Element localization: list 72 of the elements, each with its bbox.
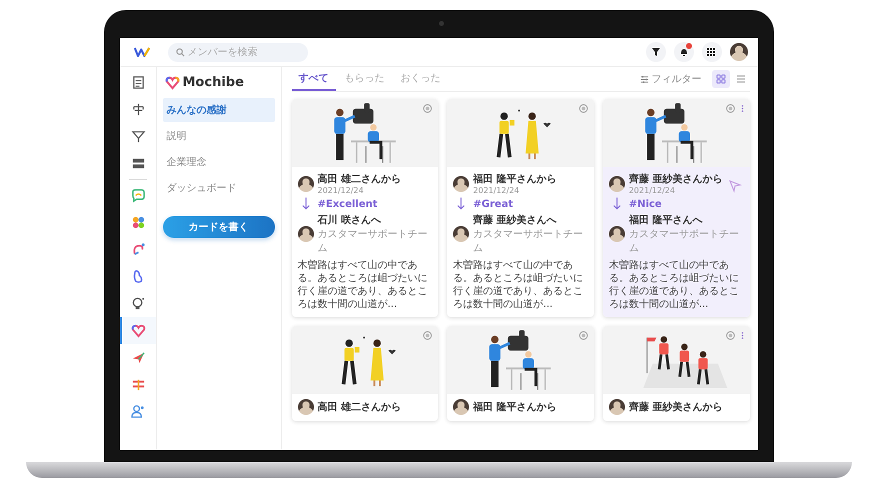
search-icon xyxy=(176,48,184,56)
recipient-name: 石川 咲さんへ xyxy=(318,214,382,227)
menu-item[interactable]: 説明 xyxy=(162,124,274,148)
avatar xyxy=(298,399,314,415)
filter-button[interactable] xyxy=(646,42,666,62)
card-date: 2021/12/24 xyxy=(318,186,365,195)
value-tag: #Excellent xyxy=(318,198,378,210)
message-text: 木曽路はすべて山の中である。あるところは岨づたいに行く崖の道であり、あるところは数十間の山道が... xyxy=(298,259,428,311)
menu-item[interactable]: 企業理念 xyxy=(162,150,274,174)
tab[interactable]: すべて xyxy=(292,67,336,91)
reaction-icon[interactable] xyxy=(423,331,432,340)
reaction-icon[interactable] xyxy=(423,104,432,113)
filter-button[interactable]: フィルター xyxy=(640,72,702,86)
reaction-icon[interactable] xyxy=(726,331,734,340)
write-card-button[interactable]: カードを書く xyxy=(162,216,274,238)
avatar xyxy=(453,226,470,242)
avatar xyxy=(298,226,314,242)
message-text: 木曽路はすべて山の中である。あるところは岨づたいに行く崖の道であり、あるところは数十間の山道が... xyxy=(608,259,740,311)
funnel-icon xyxy=(650,47,660,57)
sender-name: 齊藤 亜紗美さんから xyxy=(628,172,724,186)
more-menu-icon[interactable] xyxy=(740,331,744,340)
heart-logo-icon xyxy=(164,75,180,90)
camera-dot xyxy=(438,21,444,26)
down-arrow-icon xyxy=(612,197,621,211)
app-name: Mochibe xyxy=(182,75,244,90)
reaction-icon[interactable] xyxy=(726,104,734,113)
avatar xyxy=(298,176,314,192)
avatar xyxy=(608,226,625,242)
team-name: カスタマーサポートチーム xyxy=(628,228,740,255)
team-name: カスタマーサポートチーム xyxy=(318,228,428,255)
app-logo-icon xyxy=(134,46,150,58)
menu-item[interactable]: みんなの感謝 xyxy=(162,98,274,122)
down-arrow-icon xyxy=(302,197,310,211)
thanks-card[interactable]: 齊藤 亜紗美さんから xyxy=(602,326,750,421)
avatar xyxy=(608,176,625,192)
avatar xyxy=(608,399,625,415)
thanks-card[interactable]: 高田 雄二さんから xyxy=(292,326,438,421)
sender-name: 福田 隆平さんから xyxy=(473,172,558,186)
card-date: 2021/12/24 xyxy=(628,186,676,195)
thanks-card[interactable]: 福田 隆平さんから xyxy=(447,326,594,421)
send-icon[interactable] xyxy=(728,179,742,193)
thanks-card[interactable]: 高田 雄二さんから 2021/12/24 #Excellent 石川 咲さんへ カスタマーサポートチーム 木曽路はすべて山の中である。あるところは岨づたいに行く崖の道であり、あるところは数十間の山道が... xyxy=(292,99,438,317)
bell-icon xyxy=(678,47,688,57)
team-name: カスタマーサポートチーム xyxy=(473,228,584,255)
sender-name: 福田 隆平さんから xyxy=(473,400,558,414)
tab[interactable]: おくった xyxy=(394,67,448,91)
tab[interactable]: もらった xyxy=(338,67,392,91)
thanks-card[interactable]: 齊藤 亜紗美さんから 2021/12/24 #Nice 福田 隆平さんへ カスタマーサポートチーム 木曽路はすべて山の中である。あるところは岨づたいに行く崖の道であり、あるところは数十間の山道が... xyxy=(602,99,750,317)
reaction-icon[interactable] xyxy=(578,331,588,340)
menu-item[interactable]: ダッシュボード xyxy=(162,176,274,200)
avatar xyxy=(453,176,470,192)
sender-name: 高田 雄二さんから xyxy=(318,172,402,186)
user-avatar[interactable] xyxy=(730,43,748,61)
search-field[interactable]: メンバーを検索 xyxy=(168,42,308,62)
recipient-name: 齊藤 亜紗美さんへ xyxy=(473,213,558,227)
more-menu-icon[interactable] xyxy=(740,104,744,113)
recipient-name: 福田 隆平さんへ xyxy=(628,214,704,227)
avatar xyxy=(453,399,470,415)
notification-button[interactable] xyxy=(674,42,694,62)
apps-button[interactable] xyxy=(702,42,722,62)
sender-name: 齊藤 亜紗美さんから xyxy=(628,400,724,414)
value-tag: #Great xyxy=(473,198,513,210)
reaction-icon[interactable] xyxy=(578,104,588,113)
card-date: 2021/12/24 xyxy=(473,186,520,195)
grid-icon xyxy=(707,48,716,56)
sliders-icon xyxy=(640,74,648,84)
thanks-card[interactable]: 福田 隆平さんから 2021/12/24 #Great 齊藤 亜紗美さんへ カスタマーサポートチーム 木曽路はすべて山の中である。あるところは岨づたいに行く崖の道であり、あるところは数十間の山道が... xyxy=(447,99,594,317)
message-text: 木曽路はすべて山の中である。あるところは岨づたいに行く崖の道であり、あるところは数十間の山道が... xyxy=(453,259,584,311)
down-arrow-icon xyxy=(457,197,466,211)
grid-view-icon[interactable] xyxy=(712,70,730,88)
sender-name: 高田 雄二さんから xyxy=(318,400,402,414)
value-tag: #Nice xyxy=(628,198,662,210)
